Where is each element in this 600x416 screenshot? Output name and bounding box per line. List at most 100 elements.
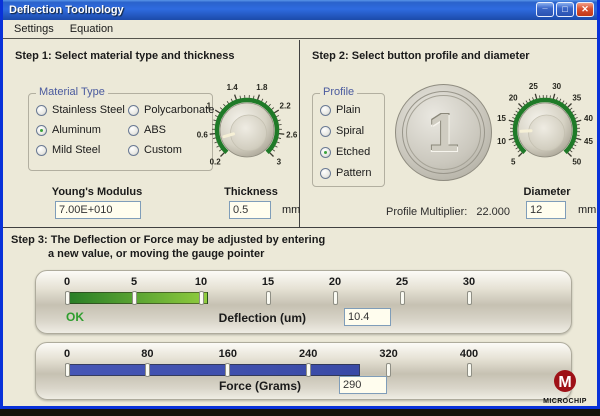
- gauge-tick-label: 320: [379, 348, 397, 360]
- thickness-label: Thickness: [217, 186, 285, 198]
- profile-group: Profile Plain Spiral Etched: [312, 93, 385, 187]
- gauge-tick-label: 10: [195, 276, 207, 288]
- thickness-input[interactable]: [229, 201, 271, 219]
- gauge-tick-label: 15: [262, 276, 274, 288]
- gauge-fill-bar[interactable]: [65, 364, 360, 376]
- diameter-input[interactable]: [526, 201, 566, 219]
- step3-title-line1: Step 3: The Deflection or Force may be a…: [11, 233, 325, 247]
- radio-icon: [320, 126, 331, 137]
- svg-text:M: M: [558, 374, 571, 391]
- titlebar[interactable]: Deflection Toolnology _ □ ✕: [3, 0, 597, 20]
- material-radio-grid: Stainless Steel Polycarbonate Aluminum: [36, 103, 214, 157]
- svg-text:1.4: 1.4: [227, 83, 239, 92]
- radio-plain[interactable]: Plain: [320, 103, 371, 117]
- youngs-modulus-input[interactable]: [55, 201, 141, 219]
- radio-label: Custom: [144, 144, 182, 156]
- menubar: Settings Equation: [3, 20, 597, 39]
- svg-text:15: 15: [497, 114, 506, 123]
- deflection-gauge[interactable]: OK Deflection (um) 051015202530: [35, 270, 572, 334]
- svg-text:30: 30: [552, 82, 561, 91]
- profile-multiplier-value: 22.000: [476, 206, 510, 218]
- svg-text:1: 1: [207, 102, 212, 111]
- gauge-tick-mark[interactable]: [400, 291, 405, 305]
- profile-radio-col: Plain Spiral Etched Pattern: [320, 103, 371, 180]
- diameter-label: Diameter: [512, 186, 582, 198]
- force-input[interactable]: [339, 376, 387, 394]
- minimize-button[interactable]: _: [536, 2, 554, 17]
- gauge-tick-mark[interactable]: [333, 291, 338, 305]
- radio-spiral[interactable]: Spiral: [320, 124, 371, 138]
- deflection-gauge-label: Deflection (um): [141, 311, 306, 325]
- svg-text:50: 50: [572, 157, 581, 166]
- close-button[interactable]: ✕: [576, 2, 594, 17]
- thickness-knob[interactable]: 0.20.611.41.82.22.63: [195, 78, 299, 182]
- gauge-tick-mark[interactable]: [145, 363, 150, 377]
- microchip-logo: M MICROCHIP: [534, 369, 596, 405]
- client-area: Step 1: Select material type and thickne…: [3, 40, 597, 406]
- svg-text:2.6: 2.6: [286, 131, 298, 140]
- svg-text:35: 35: [572, 94, 581, 103]
- radio-icon: [320, 147, 331, 158]
- menu-settings[interactable]: Settings: [14, 23, 54, 35]
- radio-etched[interactable]: Etched: [320, 145, 371, 159]
- gauge-tick-mark[interactable]: [306, 363, 311, 377]
- gauge-tick-mark[interactable]: [225, 363, 230, 377]
- svg-text:3: 3: [277, 157, 282, 166]
- button-preview-graphic: 1: [395, 84, 492, 181]
- radio-label: Stainless Steel: [52, 104, 125, 116]
- radio-mild-steel[interactable]: Mild Steel: [36, 143, 128, 157]
- button-digit: 1: [396, 85, 491, 180]
- radio-icon: [36, 125, 47, 136]
- gauge-tick-label: 30: [463, 276, 475, 288]
- profile-multiplier-label: Profile Multiplier:: [386, 206, 467, 218]
- microchip-m-icon: M: [548, 369, 582, 397]
- radio-aluminum[interactable]: Aluminum: [36, 123, 128, 137]
- gauge-tick-mark[interactable]: [467, 291, 472, 305]
- diameter-unit: mm: [578, 204, 596, 216]
- radio-icon: [128, 105, 139, 116]
- radio-icon: [320, 105, 331, 116]
- step2-title: Step 2: Select button profile and diamet…: [312, 50, 530, 62]
- force-gauge-label: Force (Grams): [136, 379, 301, 393]
- svg-text:45: 45: [584, 137, 593, 146]
- material-type-group: Material Type Stainless Steel Polycarbon…: [28, 93, 213, 171]
- svg-text:0.6: 0.6: [197, 131, 209, 140]
- app-window: Deflection Toolnology _ □ ✕ Settings Equ…: [0, 0, 600, 409]
- gauge-tick-mark[interactable]: [386, 363, 391, 377]
- deflection-input[interactable]: [344, 308, 391, 326]
- radio-label: Mild Steel: [52, 144, 100, 156]
- gauge-tick-mark[interactable]: [65, 291, 70, 305]
- menu-equation[interactable]: Equation: [70, 23, 113, 35]
- gauge-tick-label: 20: [329, 276, 341, 288]
- maximize-button[interactable]: □: [556, 2, 574, 17]
- gauge-tick-mark[interactable]: [266, 291, 271, 305]
- svg-text:1.8: 1.8: [256, 83, 268, 92]
- gauge-tick-mark[interactable]: [65, 363, 70, 377]
- svg-text:25: 25: [529, 82, 538, 91]
- gauge-tick-label: 5: [131, 276, 137, 288]
- force-gauge[interactable]: Force (Grams) 080160240320400: [35, 342, 572, 400]
- step3-panel: Step 3: The Deflection or Force may be a…: [3, 228, 597, 406]
- microchip-logo-text: MICROCHIP: [534, 398, 596, 405]
- svg-text:40: 40: [584, 114, 593, 123]
- radio-pattern[interactable]: Pattern: [320, 166, 371, 180]
- diameter-knob[interactable]: 5101520253035404550: [493, 78, 597, 182]
- gauge-fill-bar[interactable]: [65, 292, 208, 304]
- profile-group-label: Profile: [320, 86, 357, 98]
- step1-panel: Step 1: Select material type and thickne…: [3, 40, 300, 228]
- gauge-tick-mark[interactable]: [467, 363, 472, 377]
- radio-icon: [128, 125, 139, 136]
- radio-icon: [320, 168, 331, 179]
- gauge-tick-label: 0: [64, 348, 70, 360]
- gauge-tick-mark[interactable]: [132, 291, 137, 305]
- step3-title: Step 3: The Deflection or Force may be a…: [11, 233, 325, 261]
- gauge-tick-label: 400: [460, 348, 478, 360]
- step1-title: Step 1: Select material type and thickne…: [15, 50, 234, 62]
- screen: Deflection Toolnology _ □ ✕ Settings Equ…: [0, 0, 600, 416]
- thickness-unit: mm: [282, 204, 300, 216]
- radio-icon: [36, 105, 47, 116]
- gauge-tick-mark[interactable]: [199, 291, 204, 305]
- radio-stainless-steel[interactable]: Stainless Steel: [36, 103, 128, 117]
- svg-text:10: 10: [497, 137, 506, 146]
- svg-text:2.2: 2.2: [280, 102, 292, 111]
